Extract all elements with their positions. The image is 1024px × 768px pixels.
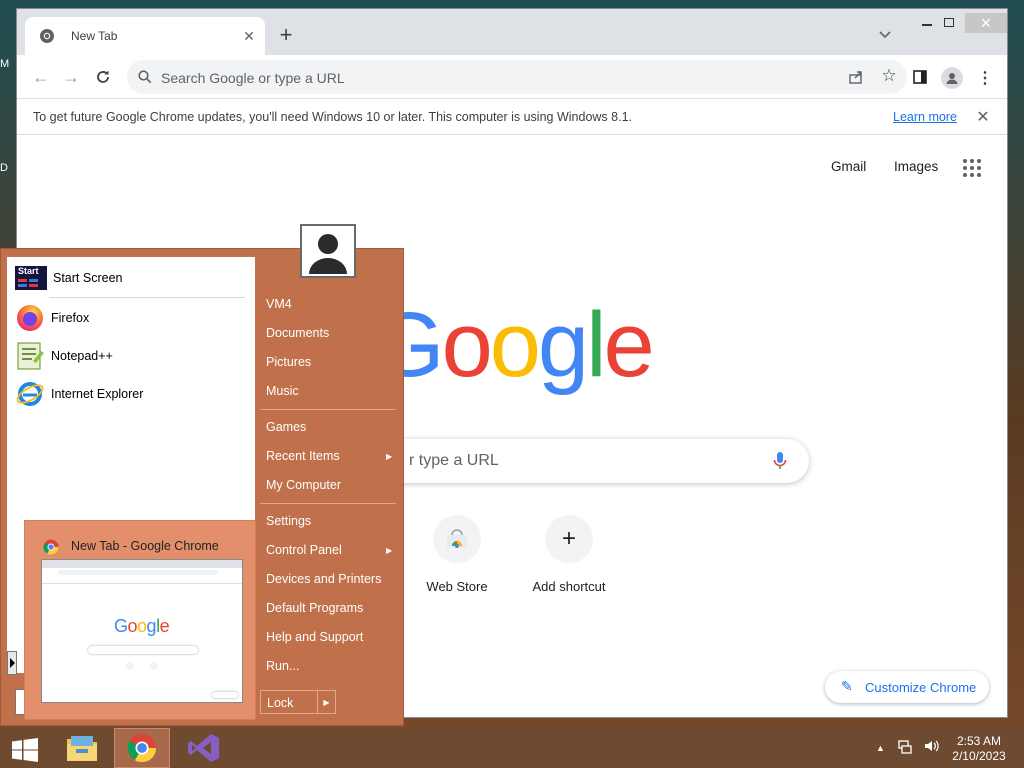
ntp-search-placeholder: r type a URL	[409, 452, 499, 469]
submenu-arrow-icon: ▶	[386, 452, 393, 461]
taskbar: ▲ 2:53 AM 2/10/2023	[0, 728, 1024, 768]
shortcut-web-store[interactable]: Web Store	[401, 515, 513, 594]
start-divider	[260, 503, 396, 504]
start-item-control-panel[interactable]: Control Panel	[266, 543, 342, 557]
start-item-pictures[interactable]: Pictures	[266, 355, 311, 369]
clock-time: 2:53 AM	[956, 734, 1002, 748]
start-item-default-programs[interactable]: Default Programs	[266, 601, 363, 615]
microphone-icon[interactable]	[773, 451, 787, 471]
visual-studio-icon[interactable]	[176, 728, 232, 768]
images-link[interactable]: Images	[894, 159, 938, 174]
chrome-favicon-icon	[39, 28, 55, 44]
start-item-games[interactable]: Games	[266, 420, 306, 434]
side-panel-icon[interactable]	[911, 68, 929, 86]
pinned-divider	[49, 297, 245, 298]
tab-search-chevron-icon[interactable]	[875, 25, 895, 45]
customize-chrome-button[interactable]: ✎ Customize Chrome	[825, 671, 989, 703]
all-programs-arrow-icon[interactable]	[7, 651, 17, 675]
new-tab-button[interactable]: +	[275, 22, 297, 47]
taskbar-clock[interactable]: 2:53 AM 2/10/2023	[946, 734, 1012, 764]
menu-kebab-icon[interactable]: ⋮	[975, 67, 995, 89]
infobar-close-icon[interactable]: ✕	[973, 107, 993, 127]
search-icon	[137, 69, 153, 85]
pinned-firefox[interactable]: Firefox	[15, 301, 89, 335]
shortcut-label: Add shortcut	[532, 579, 606, 594]
chrome-icon	[43, 539, 59, 555]
pinned-notepadpp[interactable]: Notepad++	[15, 339, 113, 373]
start-item-my-computer[interactable]: My Computer	[266, 478, 341, 492]
pencil-icon: ✎	[841, 678, 853, 694]
pinned-label: Notepad++	[51, 349, 113, 363]
submenu-arrow-icon: ▶	[386, 546, 393, 555]
start-item-run[interactable]: Run...	[266, 659, 299, 673]
pinned-start-screen[interactable]: Start Start Screen	[15, 261, 122, 295]
start-screen-icon: Start	[15, 266, 47, 290]
user-avatar[interactable]	[300, 224, 356, 278]
ntp-search-box[interactable]: r type a URL	[347, 439, 809, 483]
tab-new-tab[interactable]: New Tab ✕	[25, 17, 265, 55]
clock-date: 2/10/2023	[952, 749, 1006, 763]
omnibox[interactable]: Search Google or type a URL ☆	[127, 60, 907, 94]
desktop-label-d: D	[0, 162, 8, 174]
shortcut-add[interactable]: + Add shortcut	[513, 515, 625, 594]
start-item-recent-items[interactable]: Recent Items	[266, 449, 340, 463]
lock-button[interactable]: Lock ▶	[260, 690, 336, 714]
toolbar: ← → Search Google or type a URL ☆ ⋮	[17, 55, 1007, 99]
system-tray: ▲	[876, 738, 939, 757]
tab-strip: New Tab ✕ + ✕	[17, 9, 1007, 55]
profile-avatar-icon[interactable]	[941, 67, 963, 89]
update-infobar: To get future Google Chrome updates, you…	[17, 99, 1007, 135]
taskbar-thumbnail-preview[interactable]: New Tab - Google Chrome Google	[24, 520, 256, 720]
learn-more-link[interactable]: Learn more	[893, 110, 957, 124]
start-item-documents[interactable]: Documents	[266, 326, 329, 340]
ie-icon	[15, 379, 45, 409]
thumbnail-image: Google	[41, 559, 243, 703]
pinned-label: Start Screen	[53, 271, 123, 285]
customize-chrome-label: Customize Chrome	[865, 680, 977, 695]
start-item-music[interactable]: Music	[266, 384, 299, 398]
maximize-button[interactable]	[935, 13, 963, 31]
network-icon[interactable]	[897, 738, 913, 757]
google-apps-icon[interactable]	[963, 159, 985, 181]
firefox-icon	[15, 303, 45, 333]
forward-arrow-icon[interactable]: →	[57, 63, 85, 91]
window-close-button[interactable]: ✕	[965, 13, 1007, 33]
pinned-label: Firefox	[51, 311, 90, 325]
windows-start-button[interactable]	[12, 738, 38, 762]
omnibox-placeholder: Search Google or type a URL	[161, 70, 345, 86]
show-hidden-icons-icon[interactable]: ▲	[876, 743, 885, 753]
thumbnail-google-logo: Google	[114, 616, 170, 636]
start-icon-text: Start	[18, 266, 39, 276]
shortcut-label: Web Store	[426, 579, 488, 594]
volume-icon[interactable]	[923, 738, 939, 757]
tab-title: New Tab	[71, 29, 118, 43]
back-arrow-icon[interactable]: ←	[27, 63, 55, 91]
chrome-taskbar-button[interactable]	[114, 728, 170, 768]
file-explorer-icon[interactable]	[54, 728, 110, 768]
lock-options-arrow-icon[interactable]: ▶	[317, 691, 335, 713]
desktop-label-m: M	[0, 58, 10, 70]
pinned-internet-explorer[interactable]: Internet Explorer	[15, 377, 143, 411]
share-icon[interactable]	[847, 68, 865, 86]
pinned-label: Internet Explorer	[51, 387, 144, 401]
infobar-message: To get future Google Chrome updates, you…	[33, 110, 632, 124]
chrome-icon	[127, 733, 157, 763]
google-logo: Google	[373, 294, 655, 396]
tab-close-icon[interactable]: ✕	[239, 26, 259, 46]
start-item-help-support[interactable]: Help and Support	[266, 630, 363, 644]
plus-icon: +	[545, 515, 593, 563]
web-store-icon	[433, 515, 481, 563]
bookmark-star-icon[interactable]: ☆	[879, 66, 899, 86]
start-divider	[260, 409, 396, 410]
lock-label: Lock	[267, 696, 294, 710]
start-item-vm4[interactable]: VM4	[266, 297, 292, 311]
notepadpp-icon	[15, 341, 45, 371]
gmail-link[interactable]: Gmail	[831, 159, 866, 174]
start-item-settings[interactable]: Settings	[266, 514, 311, 528]
start-item-devices-printers[interactable]: Devices and Printers	[266, 572, 381, 586]
reload-icon[interactable]	[89, 63, 117, 91]
thumbnail-title: New Tab - Google Chrome	[71, 539, 219, 553]
